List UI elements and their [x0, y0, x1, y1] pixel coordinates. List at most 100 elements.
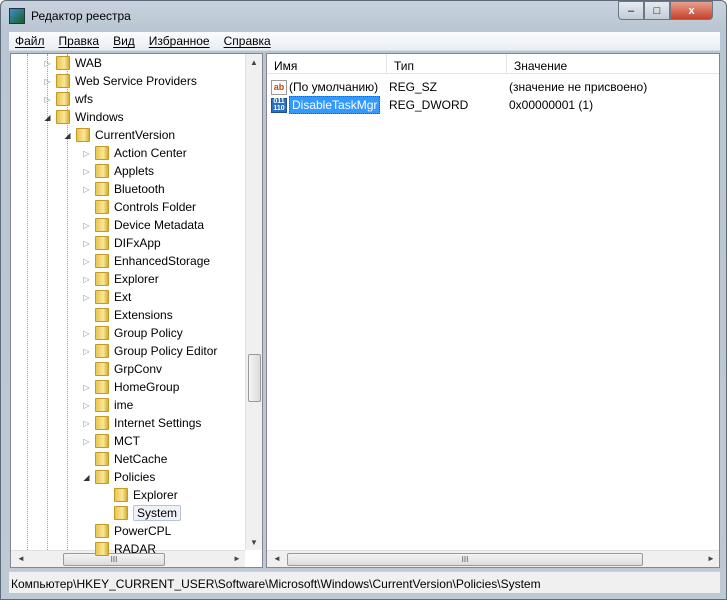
folder-icon — [95, 308, 109, 322]
tree-item[interactable]: ▷ WAB — [43, 54, 102, 72]
folder-icon — [95, 452, 109, 466]
binary-value-icon: 011 110 — [271, 97, 287, 113]
expand-arrow-icon[interactable]: ◢ — [43, 113, 52, 122]
menu-favorites[interactable]: Избранное — [149, 34, 210, 48]
string-value-icon: ab — [271, 79, 287, 95]
tree-item[interactable]: ▷ Action Center — [82, 144, 187, 162]
tree-item[interactable]: ▷ Ext — [82, 288, 131, 306]
tree-item[interactable]: ◢ Windows — [43, 108, 124, 126]
tree-item[interactable]: ▷ DIFxApp — [82, 234, 161, 252]
menu-view[interactable]: Вид — [113, 34, 135, 48]
tree-vertical-scrollbar[interactable]: ▲ ▼ — [245, 54, 262, 550]
expand-arrow-icon[interactable]: ▷ — [82, 167, 91, 176]
tree-item-label: Explorer — [114, 272, 159, 286]
tree-item[interactable]: ▷ Explorer — [82, 270, 159, 288]
expand-arrow-icon[interactable]: ▷ — [82, 347, 91, 356]
scroll-up-arrow[interactable]: ▲ — [250, 58, 258, 67]
value-row-selected[interactable]: 011 110 DisableTaskMgr REG_DWORD 0x0000000… — [271, 96, 593, 114]
values-horizontal-scrollbar[interactable]: ◄ III ► — [267, 550, 719, 567]
column-value[interactable]: Значение — [507, 54, 719, 73]
scroll-left-arrow[interactable]: ◄ — [17, 554, 25, 563]
tree-item[interactable]: Extensions — [82, 306, 173, 324]
column-name[interactable]: Имя — [267, 54, 387, 73]
registry-tree: ▲ ▼ ◄ III ► ▷ WAB ▷ Web Service Providers ▷ w… — [10, 53, 263, 568]
tree-item[interactable]: RADAR — [82, 540, 156, 558]
folder-icon — [95, 362, 109, 376]
expand-arrow-icon[interactable]: ▷ — [82, 239, 91, 248]
tree-item[interactable]: PowerCPL — [82, 522, 171, 540]
scroll-thumb[interactable] — [248, 354, 261, 402]
tree-item[interactable]: Explorer — [101, 486, 178, 504]
folder-icon — [95, 290, 109, 304]
tree-item-label: Group Policy — [114, 326, 183, 340]
title-bar: Редактор реестра — [9, 5, 131, 27]
tree-item-label: PowerCPL — [114, 524, 172, 538]
expand-arrow-icon[interactable]: ▷ — [82, 419, 91, 428]
expand-arrow-icon[interactable]: ▷ — [43, 59, 52, 68]
expand-arrow-icon[interactable]: ▷ — [82, 257, 91, 266]
tree-item[interactable]: ▷ Device Metadata — [82, 216, 204, 234]
expand-arrow-icon[interactable]: ▷ — [43, 95, 52, 104]
minimize-button[interactable]: – — [618, 1, 644, 20]
scroll-down-arrow[interactable]: ▼ — [250, 538, 258, 547]
folder-icon — [95, 236, 109, 250]
tree-item[interactable]: ▷ Bluetooth — [82, 180, 165, 198]
folder-icon — [95, 344, 109, 358]
tree-item[interactable]: Controls Folder — [82, 198, 196, 216]
scroll-right-arrow[interactable]: ► — [233, 554, 241, 563]
tree-item-label: Device Metadata — [114, 218, 205, 232]
value-row[interactable]: ab (По умолчанию) REG_SZ (значение не при… — [271, 78, 647, 96]
scroll-left-arrow[interactable]: ◄ — [273, 554, 281, 563]
menu-file[interactable]: Файл — [15, 34, 45, 48]
tree-item[interactable]: NetCache — [82, 450, 167, 468]
tree-item[interactable]: ▷ Group Policy — [82, 324, 183, 342]
tree-item[interactable]: ▷ EnhancedStorage — [82, 252, 210, 270]
tree-item[interactable]: ▷ Group Policy Editor — [82, 342, 217, 360]
expand-arrow-icon[interactable]: ▷ — [82, 437, 91, 446]
tree-item[interactable]: ▷ wfs — [43, 90, 93, 108]
maximize-button[interactable]: □ — [644, 1, 670, 20]
value-type: REG_DWORD — [389, 98, 469, 112]
tree-item[interactable]: ▷ Web Service Providers — [43, 72, 197, 90]
scroll-right-arrow[interactable]: ► — [707, 554, 715, 563]
expand-arrow-icon[interactable]: ▷ — [82, 293, 91, 302]
tree-item[interactable]: GrpConv — [82, 360, 162, 378]
tree-item-label: System — [133, 505, 182, 521]
expand-arrow-icon[interactable]: ▷ — [43, 77, 52, 86]
tree-item-label: Web Service Providers — [75, 74, 197, 88]
tree-item-label: Explorer — [133, 488, 178, 502]
tree-item[interactable]: ▷ HomeGroup — [82, 378, 179, 396]
scroll-thumb[interactable]: III — [287, 553, 643, 566]
tree-item[interactable]: ▷ MCT — [82, 432, 140, 450]
tree-item[interactable]: ◢ Policies — [82, 468, 155, 486]
tree-item[interactable]: ▷ Internet Settings — [82, 414, 201, 432]
folder-icon — [95, 254, 109, 268]
expand-arrow-icon[interactable]: ▷ — [82, 329, 91, 338]
tree-item-label: ime — [114, 398, 134, 412]
folder-icon — [56, 110, 70, 124]
expand-arrow-icon[interactable]: ▷ — [82, 275, 91, 284]
tree-item[interactable]: ▷ Applets — [82, 162, 154, 180]
expand-arrow-icon[interactable]: ▷ — [82, 221, 91, 230]
tree-item[interactable]: System — [101, 504, 182, 522]
expand-arrow-icon[interactable]: ▷ — [82, 149, 91, 158]
tree-item-label: NetCache — [114, 452, 168, 466]
tree-item-label: Policies — [114, 470, 156, 484]
expand-arrow-icon[interactable]: ◢ — [63, 131, 72, 140]
expand-arrow-icon[interactable]: ▷ — [82, 383, 91, 392]
column-type[interactable]: Тип — [387, 54, 507, 73]
tree-item-label: Bluetooth — [114, 182, 165, 196]
expand-arrow-icon[interactable]: ◢ — [82, 473, 91, 482]
tree-item-label: Action Center — [114, 146, 187, 160]
expand-arrow-icon[interactable]: ▷ — [82, 401, 91, 410]
tree-item[interactable]: ◢ CurrentVersion — [63, 126, 175, 144]
close-button[interactable]: x — [670, 1, 713, 20]
folder-icon — [95, 200, 109, 214]
folder-icon — [95, 398, 109, 412]
tree-item[interactable]: ▷ ime — [82, 396, 133, 414]
menu-edit[interactable]: Правка — [59, 34, 100, 48]
tree-item-label: wfs — [75, 92, 93, 106]
menu-help[interactable]: Справка — [224, 34, 271, 48]
expand-arrow-icon[interactable]: ▷ — [82, 185, 91, 194]
tree-guide-line — [47, 54, 48, 550]
